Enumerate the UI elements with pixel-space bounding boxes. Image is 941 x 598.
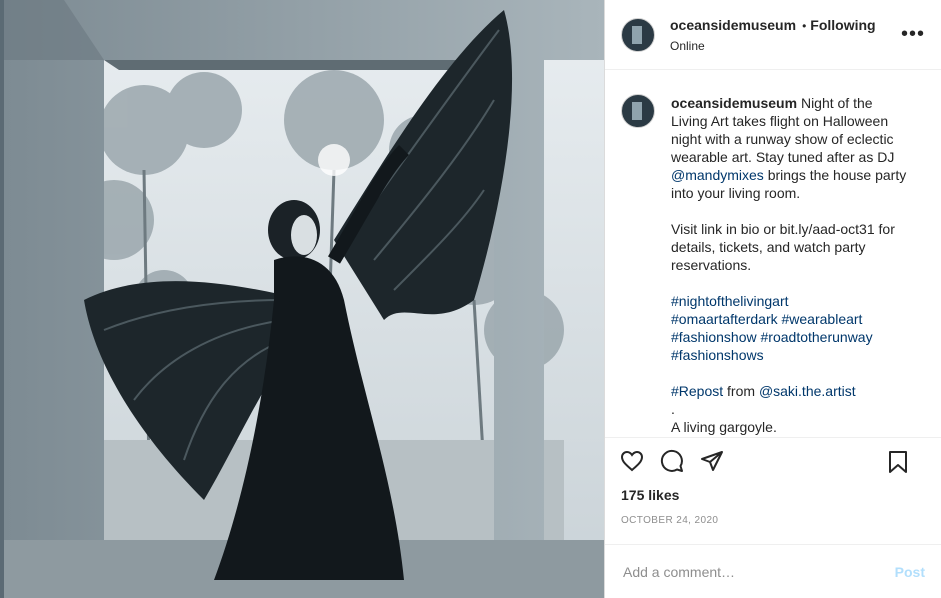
post-comment-button[interactable]: Post [895,564,925,580]
action-bar [605,437,941,483]
mention-link[interactable]: @mandymixes [671,167,764,183]
online-status: Online [670,38,705,53]
hashtag-link[interactable]: #nightofthelivingart [671,293,789,309]
repost-line: #Repost from @saki.the.artist [671,382,911,400]
post-date[interactable]: OCTOBER 24, 2020 [605,515,941,533]
avatar[interactable] [621,17,655,52]
caption-dot-line: . [671,401,675,417]
hashtag-link[interactable]: #wearableart [782,311,863,327]
repost-hashtag[interactable]: #Repost [671,383,723,399]
post-header: oceansidemuseum • Following Online ••• [605,0,941,70]
header-username[interactable]: oceansidemuseum [670,17,796,33]
share-icon[interactable] [699,448,725,474]
hashtag-link[interactable]: #fashionshows [671,347,764,363]
comment-bar: Post [605,544,941,598]
separator-dot: • [802,18,807,33]
caption-username[interactable]: oceansidemuseum [671,95,797,111]
post-side-panel: oceansidemuseum • Following Online ••• oce… [604,0,941,598]
repost-user-link[interactable]: @saki.the.artist [759,383,856,399]
post-photo[interactable] [4,0,604,598]
caption-paragraph-1: oceansidemuseum Night of the Living Art … [671,94,911,202]
hashtag-block: #nightofthelivingart #omaartafterdark #w… [671,292,911,364]
post-container: oceansidemuseum • Following Online ••• oce… [0,0,941,598]
comment-icon[interactable] [659,448,685,474]
hashtag-link[interactable]: #roadtotherunway [761,329,873,345]
caption-closing: A living gargoyle. [671,419,777,435]
hashtag-link[interactable]: #omaartafterdark [671,311,778,327]
comment-input[interactable] [621,562,895,581]
header-text: oceansidemuseum • Following Online [670,17,876,53]
hashtag-link[interactable]: #fashionshow [671,329,757,345]
caption-body: oceansidemuseum Night of the Living Art … [671,94,911,437]
caption-area: oceansidemuseum Night of the Living Art … [605,70,941,437]
following-button[interactable]: Following [810,17,875,33]
photo-illustration [4,0,604,598]
bookmark-icon[interactable] [885,449,911,475]
heart-icon[interactable] [619,448,645,474]
caption-avatar[interactable] [621,94,655,128]
repost-from-text: from [727,383,756,399]
more-options-icon[interactable]: ••• [901,24,925,44]
likes-count[interactable]: 175 likes [605,487,941,503]
caption-paragraph-2: Visit link in bio or bit.ly/aad-oct31 fo… [671,221,895,273]
